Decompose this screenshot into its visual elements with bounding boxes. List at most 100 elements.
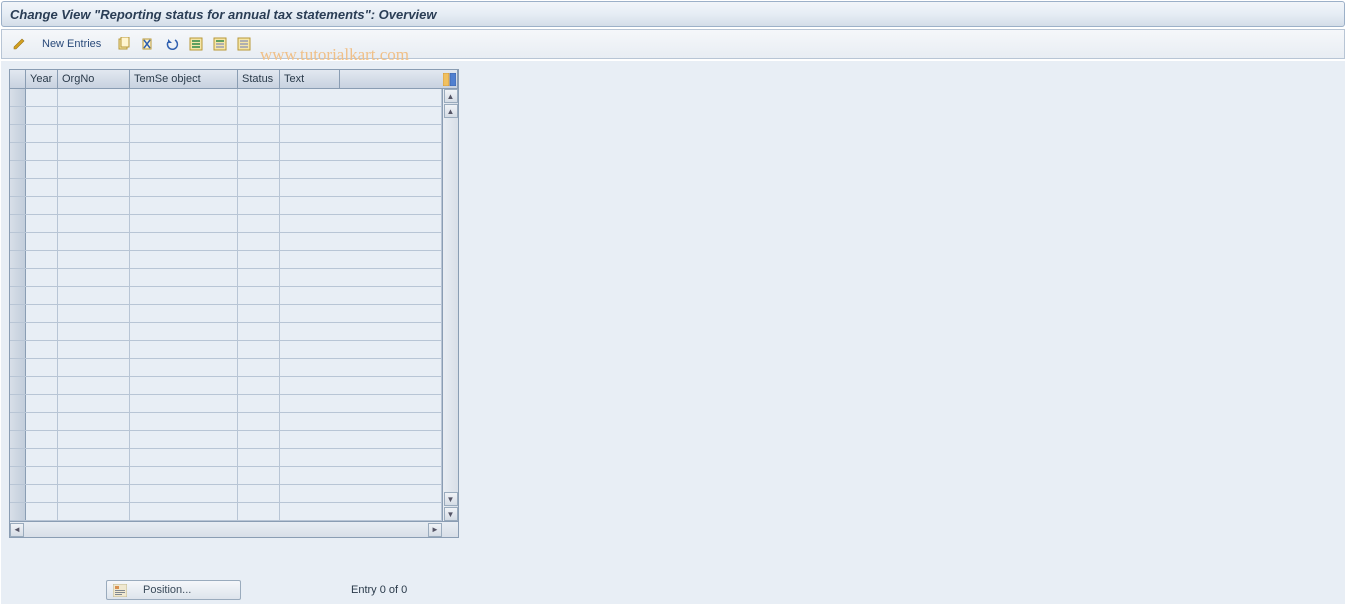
cell-year[interactable] — [26, 107, 58, 124]
cell-orgno[interactable] — [58, 125, 130, 142]
table-row[interactable] — [10, 197, 442, 215]
row-selector[interactable] — [10, 305, 26, 322]
cell-status[interactable] — [238, 89, 280, 106]
cell-temse[interactable] — [130, 269, 238, 286]
cell-year[interactable] — [26, 359, 58, 376]
scroll-right-button[interactable]: ► — [428, 523, 442, 537]
row-selector[interactable] — [10, 125, 26, 142]
cell-year[interactable] — [26, 449, 58, 466]
cell-year[interactable] — [26, 341, 58, 358]
cell-year[interactable] — [26, 431, 58, 448]
horizontal-scrollbar[interactable]: ◄ ► — [10, 521, 458, 537]
table-row[interactable] — [10, 233, 442, 251]
table-row[interactable] — [10, 431, 442, 449]
cell-status[interactable] — [238, 377, 280, 394]
cell-orgno[interactable] — [58, 287, 130, 304]
cell-orgno[interactable] — [58, 323, 130, 340]
cell-temse[interactable] — [130, 287, 238, 304]
cell-status[interactable] — [238, 143, 280, 160]
column-header-orgno[interactable]: OrgNo — [58, 70, 130, 88]
cell-temse[interactable] — [130, 215, 238, 232]
cell-temse[interactable] — [130, 143, 238, 160]
row-selector[interactable] — [10, 449, 26, 466]
cell-year[interactable] — [26, 125, 58, 142]
table-row[interactable] — [10, 341, 442, 359]
table-row[interactable] — [10, 485, 442, 503]
table-row[interactable] — [10, 179, 442, 197]
row-selector[interactable] — [10, 197, 26, 214]
row-selector[interactable] — [10, 323, 26, 340]
cell-year[interactable] — [26, 179, 58, 196]
cell-orgno[interactable] — [58, 431, 130, 448]
row-selector[interactable] — [10, 215, 26, 232]
cell-orgno[interactable] — [58, 269, 130, 286]
cell-temse[interactable] — [130, 161, 238, 178]
scroll-up-button-2[interactable]: ▲ — [444, 104, 458, 118]
cell-temse[interactable] — [130, 179, 238, 196]
cell-temse[interactable] — [130, 233, 238, 250]
table-row[interactable] — [10, 467, 442, 485]
cell-temse[interactable] — [130, 359, 238, 376]
row-selector[interactable] — [10, 161, 26, 178]
row-selector[interactable] — [10, 359, 26, 376]
scroll-up-button[interactable]: ▲ — [444, 89, 458, 103]
cell-year[interactable] — [26, 287, 58, 304]
cell-status[interactable] — [238, 125, 280, 142]
table-row[interactable] — [10, 305, 442, 323]
cell-orgno[interactable] — [58, 197, 130, 214]
cell-year[interactable] — [26, 251, 58, 268]
cell-temse[interactable] — [130, 305, 238, 322]
cell-year[interactable] — [26, 89, 58, 106]
cell-status[interactable] — [238, 413, 280, 430]
cell-orgno[interactable] — [58, 215, 130, 232]
cell-orgno[interactable] — [58, 467, 130, 484]
cell-text[interactable] — [280, 179, 442, 196]
cell-temse[interactable] — [130, 413, 238, 430]
table-row[interactable] — [10, 89, 442, 107]
cell-status[interactable] — [238, 287, 280, 304]
cell-status[interactable] — [238, 161, 280, 178]
row-selector[interactable] — [10, 395, 26, 412]
scroll-down-button[interactable]: ▼ — [444, 492, 458, 506]
cell-orgno[interactable] — [58, 503, 130, 520]
delete-icon[interactable] — [139, 35, 157, 53]
cell-year[interactable] — [26, 143, 58, 160]
cell-status[interactable] — [238, 107, 280, 124]
table-row[interactable] — [10, 215, 442, 233]
scroll-down-button-2[interactable]: ▼ — [444, 507, 458, 521]
row-selector[interactable] — [10, 503, 26, 520]
cell-status[interactable] — [238, 341, 280, 358]
cell-text[interactable] — [280, 395, 442, 412]
cell-status[interactable] — [238, 395, 280, 412]
table-row[interactable] — [10, 269, 442, 287]
cell-orgno[interactable] — [58, 359, 130, 376]
cell-status[interactable] — [238, 215, 280, 232]
cell-year[interactable] — [26, 323, 58, 340]
cell-year[interactable] — [26, 161, 58, 178]
cell-text[interactable] — [280, 485, 442, 502]
cell-text[interactable] — [280, 377, 442, 394]
select-all-icon[interactable] — [187, 35, 205, 53]
cell-temse[interactable] — [130, 431, 238, 448]
table-row[interactable] — [10, 359, 442, 377]
cell-text[interactable] — [280, 341, 442, 358]
cell-orgno[interactable] — [58, 233, 130, 250]
table-row[interactable] — [10, 449, 442, 467]
cell-temse[interactable] — [130, 251, 238, 268]
row-selector[interactable] — [10, 89, 26, 106]
cell-text[interactable] — [280, 125, 442, 142]
cell-text[interactable] — [280, 269, 442, 286]
row-selector[interactable] — [10, 413, 26, 430]
cell-text[interactable] — [280, 161, 442, 178]
cell-status[interactable] — [238, 269, 280, 286]
row-selector[interactable] — [10, 143, 26, 160]
row-selector[interactable] — [10, 377, 26, 394]
cell-temse[interactable] — [130, 395, 238, 412]
cell-text[interactable] — [280, 431, 442, 448]
cell-status[interactable] — [238, 431, 280, 448]
cell-orgno[interactable] — [58, 413, 130, 430]
cell-orgno[interactable] — [58, 251, 130, 268]
cell-temse[interactable] — [130, 503, 238, 520]
cell-status[interactable] — [238, 503, 280, 520]
row-selector[interactable] — [10, 179, 26, 196]
